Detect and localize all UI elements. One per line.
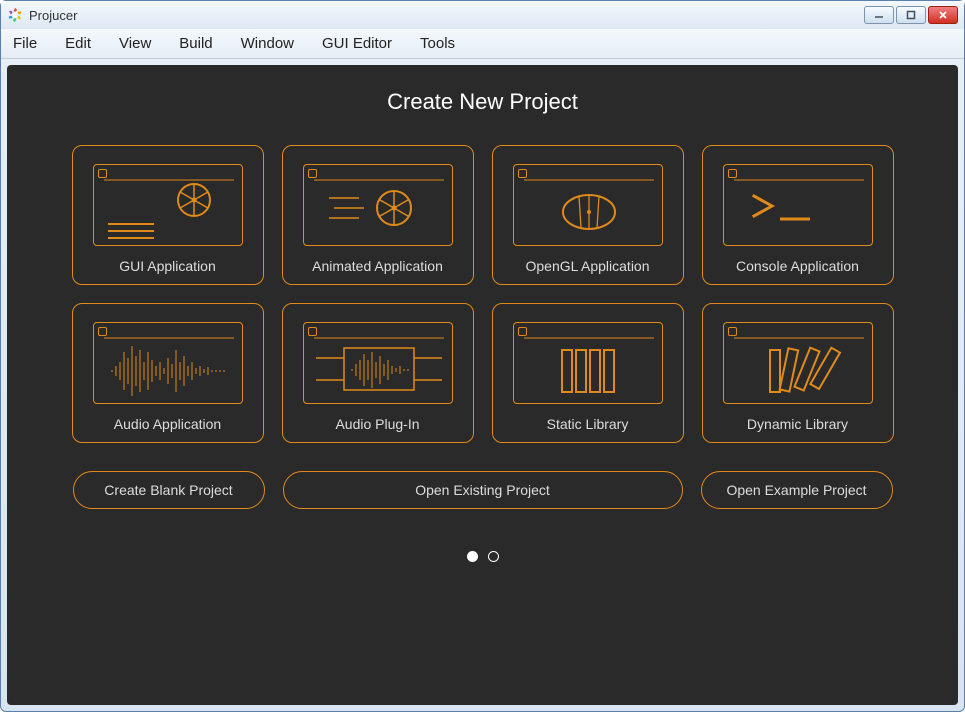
card-label: OpenGL Application bbox=[525, 258, 649, 274]
menubar: File Edit View Build Window GUI Editor T… bbox=[1, 29, 964, 59]
card-dynamic-library[interactable]: Dynamic Library bbox=[702, 303, 894, 443]
action-row: Create Blank Project Open Existing Proje… bbox=[73, 471, 893, 509]
card-frame bbox=[93, 164, 243, 246]
console-application-icon bbox=[724, 164, 872, 246]
window-controls bbox=[864, 6, 958, 24]
card-console-application[interactable]: Console Application bbox=[702, 145, 894, 285]
create-blank-project-button[interactable]: Create Blank Project bbox=[73, 471, 265, 509]
close-icon bbox=[938, 10, 948, 20]
page-title: Create New Project bbox=[387, 89, 578, 115]
audio-plugin-icon bbox=[304, 322, 452, 404]
card-label: GUI Application bbox=[119, 258, 216, 274]
card-audio-plugin[interactable]: Audio Plug-In bbox=[282, 303, 474, 443]
card-label: Dynamic Library bbox=[747, 416, 848, 432]
card-audio-application[interactable]: Audio Application bbox=[72, 303, 264, 443]
gui-application-icon bbox=[94, 164, 242, 246]
page-dot-2[interactable] bbox=[488, 551, 499, 562]
card-opengl-application[interactable]: OpenGL Application bbox=[492, 145, 684, 285]
animated-application-icon bbox=[304, 164, 452, 246]
open-existing-project-button[interactable]: Open Existing Project bbox=[283, 471, 683, 509]
menu-edit[interactable]: Edit bbox=[65, 35, 91, 52]
menu-view[interactable]: View bbox=[119, 35, 151, 52]
card-label: Audio Plug-In bbox=[335, 416, 419, 432]
card-frame bbox=[513, 164, 663, 246]
audio-application-icon bbox=[94, 322, 242, 404]
card-label: Animated Application bbox=[312, 258, 443, 274]
content-area: Create New Project bbox=[7, 65, 958, 705]
minimize-icon bbox=[874, 10, 884, 20]
card-animated-application[interactable]: Animated Application bbox=[282, 145, 474, 285]
card-static-library[interactable]: Static Library bbox=[492, 303, 684, 443]
card-label: Audio Application bbox=[114, 416, 221, 432]
minimize-button[interactable] bbox=[864, 6, 894, 24]
page-dot-1[interactable] bbox=[467, 551, 478, 562]
page-indicator bbox=[467, 551, 499, 562]
maximize-button[interactable] bbox=[896, 6, 926, 24]
window-title: Projucer bbox=[29, 8, 864, 23]
button-label: Open Example Project bbox=[726, 482, 866, 498]
menu-file[interactable]: File bbox=[13, 35, 37, 52]
card-gui-application[interactable]: GUI Application bbox=[72, 145, 264, 285]
static-library-icon bbox=[514, 322, 662, 404]
opengl-application-icon bbox=[514, 164, 662, 246]
card-frame bbox=[303, 164, 453, 246]
card-frame bbox=[93, 322, 243, 404]
card-frame bbox=[513, 322, 663, 404]
app-icon bbox=[7, 7, 23, 23]
maximize-icon bbox=[906, 10, 916, 20]
card-label: Static Library bbox=[547, 416, 629, 432]
menu-tools[interactable]: Tools bbox=[420, 35, 455, 52]
menu-window[interactable]: Window bbox=[241, 35, 294, 52]
button-label: Open Existing Project bbox=[415, 482, 550, 498]
app-window: Projucer File Edit View Build Window GUI… bbox=[0, 0, 965, 712]
card-frame bbox=[723, 322, 873, 404]
card-frame bbox=[303, 322, 453, 404]
button-label: Create Blank Project bbox=[104, 482, 232, 498]
close-button[interactable] bbox=[928, 6, 958, 24]
template-grid: GUI Application bbox=[72, 145, 894, 443]
titlebar: Projucer bbox=[1, 1, 964, 29]
menu-build[interactable]: Build bbox=[179, 35, 212, 52]
menu-gui-editor[interactable]: GUI Editor bbox=[322, 35, 392, 52]
open-example-project-button[interactable]: Open Example Project bbox=[701, 471, 893, 509]
card-frame bbox=[723, 164, 873, 246]
card-label: Console Application bbox=[736, 258, 859, 274]
dynamic-library-icon bbox=[724, 322, 872, 404]
